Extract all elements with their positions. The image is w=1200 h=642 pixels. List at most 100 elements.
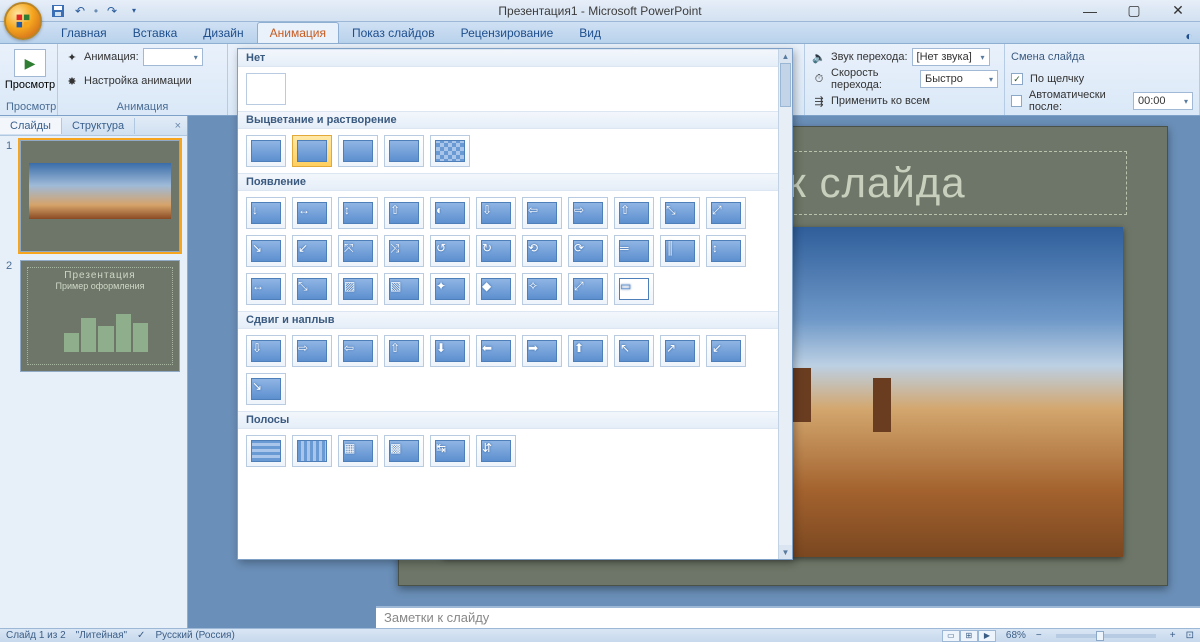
status-zoom[interactable]: 68% — [1006, 630, 1026, 641]
qat-customize-icon[interactable]: ▾ — [124, 2, 144, 20]
minimize-button[interactable]: — — [1068, 0, 1112, 22]
transition-item[interactable]: ↓ — [246, 197, 286, 229]
transition-item[interactable]: ⇧ — [614, 197, 654, 229]
transition-item[interactable]: ║ — [660, 235, 700, 267]
transition-item[interactable]: ═ — [614, 235, 654, 267]
transition-item[interactable]: ✧ — [522, 273, 562, 305]
transition-item[interactable]: ↹ — [430, 435, 470, 467]
transition-item[interactable] — [384, 135, 424, 167]
transition-item[interactable]: ◐ — [430, 197, 470, 229]
close-panel-icon[interactable]: × — [169, 120, 187, 132]
transition-item[interactable]: ↗ — [660, 335, 700, 367]
transition-item[interactable]: ⇵ — [476, 435, 516, 467]
auto-after-time[interactable]: 00:00▾ — [1133, 92, 1193, 110]
transition-item[interactable]: ↘ — [246, 235, 286, 267]
transition-item[interactable]: ↻ — [476, 235, 516, 267]
transition-item[interactable]: ↙ — [292, 235, 332, 267]
redo-icon[interactable]: ↷ — [102, 2, 122, 20]
sound-combo[interactable]: [Нет звука]▾ — [912, 48, 990, 66]
transition-item[interactable]: ⇩ — [246, 335, 286, 367]
transition-item[interactable]: ↺ — [430, 235, 470, 267]
gallery-scrollbar[interactable]: ▲ ▼ — [778, 49, 792, 559]
transition-item[interactable]: ✦ — [430, 273, 470, 305]
animation-combo[interactable]: ▾ — [143, 48, 203, 66]
transition-item[interactable]: ⇦ — [522, 197, 562, 229]
thumb-row[interactable]: 2 Презентация Пример оформления — [6, 260, 181, 372]
scroll-down-icon[interactable]: ▼ — [779, 545, 792, 559]
transition-item[interactable]: ⤨ — [384, 235, 424, 267]
tab-home[interactable]: Главная — [48, 22, 120, 43]
tab-insert[interactable]: Вставка — [120, 22, 191, 43]
transition-item[interactable] — [430, 135, 470, 167]
transition-item[interactable]: ⟳ — [568, 235, 608, 267]
auto-after-checkbox[interactable]: Автоматически после: 00:00▾ — [1011, 91, 1193, 111]
zoom-slider[interactable] — [1056, 634, 1156, 638]
transition-item[interactable]: ▧ — [384, 273, 424, 305]
transition-item[interactable]: ⬅ — [476, 335, 516, 367]
scroll-thumb[interactable] — [780, 63, 791, 107]
office-button[interactable] — [4, 2, 42, 40]
transition-item[interactable]: ⟲ — [522, 235, 562, 267]
transition-item[interactable]: ⬇ — [430, 335, 470, 367]
tab-view[interactable]: Вид — [566, 22, 614, 43]
help-icon[interactable]: ◐ — [1178, 29, 1200, 43]
undo-icon[interactable]: ↶ — [70, 2, 90, 20]
transition-item[interactable]: ⤢ — [706, 197, 746, 229]
transition-item[interactable]: ▦ — [338, 435, 378, 467]
scroll-up-icon[interactable]: ▲ — [779, 49, 792, 63]
view-normal-icon[interactable]: ▭ — [942, 630, 960, 642]
tab-review[interactable]: Рецензирование — [448, 22, 567, 43]
transition-item[interactable]: ⤡ — [660, 197, 700, 229]
transition-item[interactable]: ▨ — [338, 273, 378, 305]
transition-item[interactable]: ↖ — [614, 335, 654, 367]
transition-item[interactable] — [246, 135, 286, 167]
transition-item-selected[interactable] — [292, 135, 332, 167]
tab-outline[interactable]: Структура — [62, 118, 135, 134]
transition-item[interactable]: ➡ — [522, 335, 562, 367]
transition-item[interactable]: ↕ — [338, 197, 378, 229]
close-button[interactable]: ✕ — [1156, 0, 1200, 22]
tab-slides[interactable]: Слайды — [0, 118, 62, 134]
on-click-checkbox[interactable]: ✓ По щелчку — [1011, 69, 1084, 89]
zoom-in-icon[interactable]: + — [1170, 630, 1176, 641]
transition-item[interactable]: ◆ — [476, 273, 516, 305]
preview-button[interactable]: ▶ Просмотр — [6, 47, 54, 93]
slide-thumb-2[interactable]: Презентация Пример оформления — [20, 260, 180, 372]
transition-item[interactable]: ↙ — [706, 335, 746, 367]
slide-thumb-1[interactable] — [20, 140, 180, 252]
status-language[interactable]: Русский (Россия) — [155, 630, 234, 641]
transition-item[interactable]: ⬆ — [568, 335, 608, 367]
tab-design[interactable]: Дизайн — [190, 22, 256, 43]
custom-animation-button[interactable]: ✸ Настройка анимации — [64, 71, 192, 91]
tab-slideshow[interactable]: Показ слайдов — [339, 22, 448, 43]
transition-item[interactable]: ↔ — [246, 273, 286, 305]
fit-window-icon[interactable]: ⊡ — [1186, 630, 1194, 641]
speed-combo[interactable]: Быстро▾ — [920, 70, 998, 88]
spellcheck-icon[interactable]: ✓ — [137, 630, 145, 641]
transition-item[interactable]: ⤡ — [292, 273, 332, 305]
transition-none[interactable] — [246, 73, 286, 105]
transition-item[interactable] — [338, 135, 378, 167]
view-sorter-icon[interactable]: ⊞ — [960, 630, 978, 642]
tab-animation[interactable]: Анимация — [257, 22, 339, 43]
transition-item[interactable]: ⇩ — [476, 197, 516, 229]
view-slideshow-icon[interactable]: ▶ — [978, 630, 996, 642]
zoom-out-icon[interactable]: − — [1036, 630, 1042, 641]
transition-item[interactable]: ⤢ — [568, 273, 608, 305]
transition-item[interactable]: ⤧ — [338, 235, 378, 267]
transition-item[interactable]: ▭ — [614, 273, 654, 305]
transition-item[interactable]: ⇨ — [568, 197, 608, 229]
transition-item[interactable]: ↘ — [246, 373, 286, 405]
transition-item[interactable]: ⇧ — [384, 335, 424, 367]
save-icon[interactable] — [48, 2, 68, 20]
apply-all-button[interactable]: ⇶ Применить ко всем — [811, 91, 930, 111]
transition-item[interactable]: ⇦ — [338, 335, 378, 367]
notes-pane[interactable]: Заметки к слайду — [376, 606, 1200, 628]
transition-item[interactable]: ⇨ — [292, 335, 332, 367]
transition-item[interactable]: ↔ — [292, 197, 332, 229]
transition-item[interactable] — [292, 435, 332, 467]
maximize-button[interactable]: ▢ — [1112, 0, 1156, 22]
transition-item[interactable] — [246, 435, 286, 467]
transition-item[interactable]: ▩ — [384, 435, 424, 467]
transition-item[interactable]: ↕ — [706, 235, 746, 267]
